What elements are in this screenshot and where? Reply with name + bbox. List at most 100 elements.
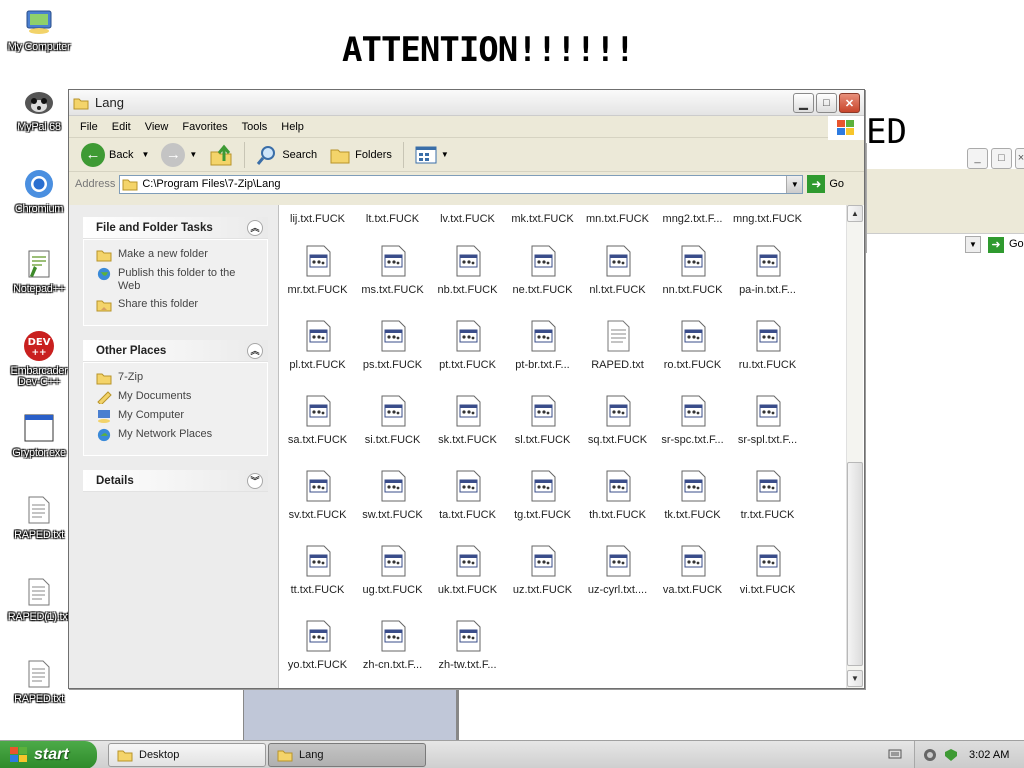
file-item[interactable]: zh-tw.txt.F... — [430, 620, 505, 671]
bg-go-icon[interactable]: ➜ — [988, 237, 1004, 253]
go-button[interactable]: ➜ Go — [807, 175, 844, 193]
file-item[interactable]: pl.txt.FUCK — [280, 320, 355, 371]
close-button[interactable]: ✕ — [839, 93, 860, 113]
keyboard-icon[interactable] — [888, 747, 902, 764]
desktop-icon-gryptor[interactable]: Gryptor.exe — [0, 412, 78, 459]
file-item[interactable]: nn.txt.FUCK — [655, 245, 730, 296]
scroll-up-icon[interactable]: ▲ — [847, 205, 863, 222]
bg-close-button[interactable]: × — [1015, 148, 1024, 169]
file-item[interactable]: pt.txt.FUCK — [430, 320, 505, 371]
security-tray-icon[interactable] — [943, 748, 959, 762]
task-share-folder[interactable]: Share this folder — [96, 298, 259, 312]
file-item[interactable]: sw.txt.FUCK — [355, 470, 430, 521]
menu-edit[interactable]: Edit — [105, 121, 138, 133]
file-item[interactable]: nb.txt.FUCK — [430, 245, 505, 296]
menu-help[interactable]: Help — [274, 121, 311, 133]
vertical-scrollbar[interactable]: ▲ ▼ — [846, 205, 863, 688]
bg-address-bar[interactable]: ▼ ➜ Go — [867, 233, 1024, 255]
file-folder-tasks-header[interactable]: File and Folder Tasks ︽ — [83, 217, 268, 239]
collapse-icon[interactable]: ︽ — [247, 342, 263, 359]
taskbar-button-desktop[interactable]: Desktop — [108, 743, 266, 767]
back-dropdown-icon[interactable]: ▼ — [141, 150, 149, 159]
file-item[interactable]: ro.txt.FUCK — [655, 320, 730, 371]
desktop-icon-raped-1-txt[interactable]: RAPED(1).txt — [0, 576, 78, 623]
explorer-window[interactable]: Lang ▁ □ ✕ File Edit View Favorites Tool… — [68, 89, 865, 689]
desktop-icon-mypal[interactable]: MyPal 68 — [0, 86, 78, 133]
file-item[interactable]: mng2.txt.F... — [655, 205, 730, 225]
desktop-icon-raped-txt[interactable]: RAPED.txt — [0, 494, 78, 541]
file-item[interactable]: vi.txt.FUCK — [730, 545, 805, 596]
task-make-new-folder[interactable]: Make a new folder — [96, 248, 259, 262]
up-folder-button[interactable] — [205, 141, 237, 169]
file-item[interactable]: ta.txt.FUCK — [430, 470, 505, 521]
scroll-thumb[interactable] — [847, 462, 863, 666]
desktop-icon-devcpp[interactable]: DEV ++ Embarcader Dev-C++ — [0, 330, 78, 388]
file-item[interactable]: sv.txt.FUCK — [280, 470, 355, 521]
file-item[interactable]: sk.txt.FUCK — [430, 395, 505, 446]
network-tray-icon[interactable] — [923, 748, 937, 762]
maximize-button[interactable]: □ — [816, 93, 837, 113]
desktop-icon-notepadpp[interactable]: Notepad++ — [0, 248, 78, 295]
place-my-computer[interactable]: My Computer — [96, 409, 259, 423]
file-item[interactable]: sr-spl.txt.F... — [730, 395, 805, 446]
file-item[interactable]: ru.txt.FUCK — [730, 320, 805, 371]
file-item[interactable]: yo.txt.FUCK — [280, 620, 355, 671]
file-item[interactable]: ug.txt.FUCK — [355, 545, 430, 596]
file-item[interactable]: th.txt.FUCK — [580, 470, 655, 521]
file-item[interactable]: zh-cn.txt.F... — [355, 620, 430, 671]
start-button[interactable]: start — [0, 740, 97, 768]
file-item[interactable]: mk.txt.FUCK — [505, 205, 580, 225]
scroll-down-icon[interactable]: ▼ — [847, 670, 863, 687]
desktop-icon-my-computer[interactable]: My Computer — [0, 6, 78, 53]
file-item[interactable]: tg.txt.FUCK — [505, 470, 580, 521]
address-input[interactable]: C:\Program Files\7-Zip\Lang ▼ — [119, 174, 804, 194]
file-item[interactable]: RAPED.txt — [580, 320, 655, 371]
other-places-header[interactable]: Other Places ︽ — [83, 340, 268, 362]
bg-go-label[interactable]: Go — [1009, 238, 1024, 250]
file-item[interactable]: tk.txt.FUCK — [655, 470, 730, 521]
menu-file[interactable]: File — [73, 121, 105, 133]
file-item[interactable]: pt-br.txt.F... — [505, 320, 580, 371]
file-item[interactable]: sl.txt.FUCK — [505, 395, 580, 446]
address-dropdown-icon[interactable]: ▼ — [786, 175, 803, 193]
taskbar-button-lang[interactable]: Lang — [268, 743, 426, 767]
menu-favorites[interactable]: Favorites — [175, 121, 234, 133]
forward-button[interactable]: → ▼ — [157, 141, 201, 169]
details-header[interactable]: Details ︾ — [83, 470, 268, 492]
task-publish-folder[interactable]: Publish this folder to the Web — [96, 267, 259, 293]
place-7zip[interactable]: 7-Zip — [96, 371, 259, 385]
file-item[interactable]: si.txt.FUCK — [355, 395, 430, 446]
desktop-icon-chromium[interactable]: Chromium — [0, 168, 78, 215]
file-item[interactable]: ne.txt.FUCK — [505, 245, 580, 296]
bg-address-dropdown[interactable]: ▼ — [965, 236, 981, 253]
file-item[interactable]: va.txt.FUCK — [655, 545, 730, 596]
file-item[interactable]: sr-spc.txt.F... — [655, 395, 730, 446]
collapse-icon[interactable]: ︽ — [247, 219, 263, 236]
place-my-documents[interactable]: My Documents — [96, 390, 259, 404]
file-item[interactable]: tt.txt.FUCK — [280, 545, 355, 596]
background-window[interactable]: _ □ × ▼ ➜ Go — [866, 143, 1024, 255]
file-item[interactable]: uk.txt.FUCK — [430, 545, 505, 596]
back-button[interactable]: ← Back ▼ — [77, 141, 153, 169]
file-item[interactable]: lt.txt.FUCK — [355, 205, 430, 225]
menu-view[interactable]: View — [138, 121, 176, 133]
file-item[interactable]: sa.txt.FUCK — [280, 395, 355, 446]
bg-minimize-button[interactable]: _ — [967, 148, 988, 169]
file-item[interactable]: lij.txt.FUCK — [280, 205, 355, 225]
file-item[interactable]: uz.txt.FUCK — [505, 545, 580, 596]
file-item[interactable]: lv.txt.FUCK — [430, 205, 505, 225]
file-item[interactable]: mr.txt.FUCK — [280, 245, 355, 296]
file-item[interactable]: ps.txt.FUCK — [355, 320, 430, 371]
file-item[interactable]: sq.txt.FUCK — [580, 395, 655, 446]
forward-dropdown-icon[interactable]: ▼ — [189, 150, 197, 159]
search-button[interactable]: Search — [252, 142, 321, 168]
minimize-button[interactable]: ▁ — [793, 93, 814, 113]
file-item[interactable]: tr.txt.FUCK — [730, 470, 805, 521]
menu-tools[interactable]: Tools — [235, 121, 275, 133]
clock[interactable]: 3:02 AM — [969, 749, 1009, 761]
file-list-view[interactable]: lij.txt.FUCK lt.txt.FUCK lv.txt.FUCK mk.txt… — [279, 205, 864, 688]
file-item[interactable]: pa-in.txt.F... — [730, 245, 805, 296]
expand-icon[interactable]: ︾ — [247, 472, 263, 489]
views-button[interactable]: ▼ — [411, 144, 453, 166]
bg-maximize-button[interactable]: □ — [991, 148, 1012, 169]
